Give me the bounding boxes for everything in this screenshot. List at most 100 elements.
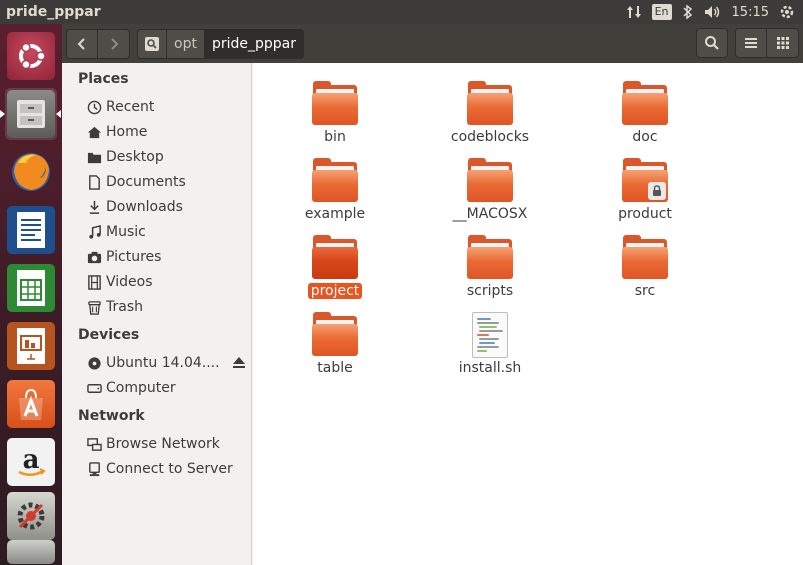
sidebar-item-documents[interactable]: Documents xyxy=(86,171,246,193)
writer-icon xyxy=(7,206,55,254)
folder-icon xyxy=(311,156,359,204)
desktop-folder-icon xyxy=(86,149,102,165)
keyboard-layout-indicator[interactable]: En xyxy=(651,4,672,20)
amazon-icon: a xyxy=(7,438,55,486)
server-icon xyxy=(86,461,102,477)
file-item-codeblocks[interactable]: codeblocks xyxy=(435,79,545,145)
file-item-src[interactable]: src xyxy=(590,233,700,299)
window-title: pride_pppar xyxy=(6,4,101,20)
forward-button[interactable] xyxy=(98,28,130,59)
file-name: bin xyxy=(324,129,346,145)
sidebar-item-label: Computer xyxy=(106,380,176,396)
search-button[interactable] xyxy=(696,28,728,58)
volume-icon[interactable] xyxy=(704,4,722,20)
folder-icon xyxy=(466,156,514,204)
launcher-files-button[interactable] xyxy=(0,88,61,140)
launcher-settings-button[interactable] xyxy=(5,490,57,542)
ubuntu-logo-icon xyxy=(7,32,55,80)
headerbar: opt pride_pppar xyxy=(62,24,803,63)
folder-icon xyxy=(311,310,359,358)
sidebar-item-videos[interactable]: Videos xyxy=(86,271,246,293)
devices-heading: Devices xyxy=(78,327,140,343)
launcher-dash-button[interactable] xyxy=(5,30,57,82)
breadcrumb-pride-pppar[interactable]: pride_pppar xyxy=(204,28,304,59)
file-name: src xyxy=(634,283,656,299)
sidebar-item-music[interactable]: Music xyxy=(86,221,246,243)
file-name: doc xyxy=(632,129,658,145)
sidebar-item-ubuntu-disc[interactable]: Ubuntu 14.04.... xyxy=(86,352,246,374)
sidebar-item-downloads[interactable]: Downloads xyxy=(86,196,246,218)
folder-icon xyxy=(466,233,514,281)
file-item-scripts[interactable]: scripts xyxy=(435,233,545,299)
file-name: project xyxy=(307,283,363,299)
file-name: install.sh xyxy=(458,360,522,376)
launcher-calc-button[interactable] xyxy=(5,262,57,314)
firefox-icon xyxy=(7,148,55,196)
indicator-area: En 15:15 xyxy=(626,0,795,24)
network-updown-icon[interactable] xyxy=(626,4,642,20)
file-item-project[interactable]: project xyxy=(280,233,390,299)
sidebar-item-pictures[interactable]: Pictures xyxy=(86,246,246,268)
location-toggle-icon xyxy=(145,36,159,51)
launcher-amazon-button[interactable]: a xyxy=(5,436,57,488)
sidebar-item-recent[interactable]: Recent xyxy=(86,96,246,118)
drive-icon xyxy=(86,380,102,396)
software-center-icon xyxy=(7,380,55,428)
file-item-bin[interactable]: bin xyxy=(280,79,390,145)
file-item-table[interactable]: table xyxy=(280,310,390,376)
sidebar-item-connect-to-server[interactable]: Connect to Server xyxy=(86,458,246,480)
sidebar-item-desktop[interactable]: Desktop xyxy=(86,146,246,168)
shell-script-icon xyxy=(466,310,514,358)
headerbar-actions xyxy=(696,28,799,58)
calc-icon xyxy=(7,264,55,312)
breadcrumb: opt pride_pppar xyxy=(137,28,304,59)
file-name: __MACOSX xyxy=(452,206,528,222)
folder-icon xyxy=(621,79,669,127)
locked-folder-icon xyxy=(621,156,669,204)
sidebar-item-trash[interactable]: Trash xyxy=(86,296,246,318)
sidebar-item-label: Ubuntu 14.04.... xyxy=(106,355,220,371)
bluetooth-icon[interactable] xyxy=(682,4,694,20)
download-icon xyxy=(86,199,102,215)
sidebar-item-browse-network[interactable]: Browse Network xyxy=(86,433,246,455)
launcher-software-center-button[interactable] xyxy=(5,378,57,430)
chevron-right-icon xyxy=(110,37,118,50)
sidebar-item-computer[interactable]: Computer xyxy=(86,377,246,399)
file-item-product[interactable]: product xyxy=(590,156,700,222)
launcher-overflow-stack[interactable] xyxy=(5,538,57,565)
folder-icon xyxy=(311,79,359,127)
file-item-example[interactable]: example xyxy=(280,156,390,222)
file-item-doc[interactable]: doc xyxy=(590,79,700,145)
sidebar-item-label: Music xyxy=(106,224,146,240)
sidebar-item-label: Trash xyxy=(106,299,143,315)
folder-icon xyxy=(311,233,359,281)
home-icon xyxy=(86,124,102,140)
sidebar-item-label: Videos xyxy=(106,274,153,290)
folder-icon xyxy=(466,79,514,127)
eject-icon[interactable] xyxy=(232,356,246,373)
file-item-install-sh[interactable]: install.sh xyxy=(435,310,545,376)
menu-button[interactable] xyxy=(735,28,767,58)
file-name: codeblocks xyxy=(450,129,530,145)
running-indicator xyxy=(0,110,5,118)
search-icon xyxy=(705,36,719,50)
file-name: example xyxy=(304,206,366,222)
breadcrumb-opt[interactable]: opt xyxy=(167,28,205,59)
file-item-macosx[interactable]: __MACOSX xyxy=(435,156,545,222)
top-panel: pride_pppar En 15:15 xyxy=(0,0,803,24)
file-name: table xyxy=(317,360,353,376)
location-toggle-button[interactable] xyxy=(137,28,167,59)
launcher-impress-button[interactable] xyxy=(5,320,57,372)
sidebar-item-label: Browse Network xyxy=(106,436,220,452)
music-icon xyxy=(86,224,102,240)
view-toggle-button[interactable] xyxy=(767,28,799,58)
sidebar-item-label: Recent xyxy=(106,99,155,115)
clock[interactable]: 15:15 xyxy=(732,5,769,20)
sidebar-item-label: Home xyxy=(106,124,148,140)
sidebar-item-home[interactable]: Home xyxy=(86,121,246,143)
gear-icon[interactable] xyxy=(779,4,795,20)
back-button[interactable] xyxy=(66,28,98,59)
navigation-buttons xyxy=(66,28,130,59)
launcher-firefox-button[interactable] xyxy=(5,146,57,198)
launcher-writer-button[interactable] xyxy=(5,204,57,256)
